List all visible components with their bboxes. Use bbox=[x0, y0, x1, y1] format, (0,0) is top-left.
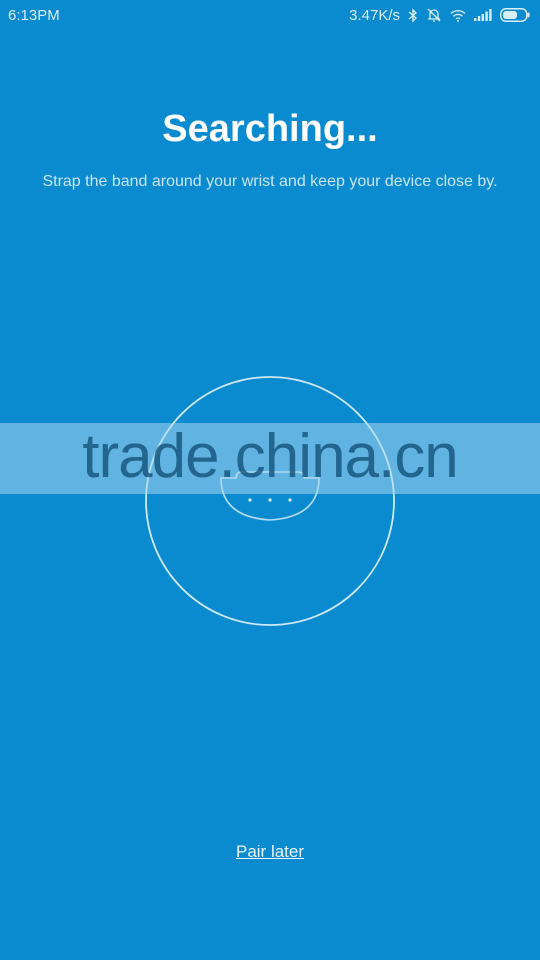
signal-icon bbox=[474, 9, 492, 21]
page-title: Searching... bbox=[162, 108, 378, 150]
pair-later-container: Pair later bbox=[0, 842, 540, 862]
pair-later-link[interactable]: Pair later bbox=[236, 842, 304, 861]
status-icons: 3.47K/s bbox=[349, 7, 530, 24]
watermark-banner: trade.china.cn bbox=[0, 422, 540, 494]
instruction-text: Strap the band around your wrist and kee… bbox=[42, 173, 498, 190]
alarm-off-icon bbox=[426, 7, 442, 23]
battery-icon bbox=[500, 8, 530, 22]
status-bar: 6:13PM 3.47K/s bbox=[0, 0, 540, 30]
watermark-text: trade.china.cn bbox=[82, 422, 458, 491]
status-time: 6:13PM bbox=[8, 6, 60, 24]
wifi-icon bbox=[450, 9, 466, 22]
bluetooth-icon bbox=[408, 7, 418, 23]
network-speed: 3.47K/s bbox=[349, 6, 400, 24]
searching-illustration bbox=[143, 374, 397, 628]
